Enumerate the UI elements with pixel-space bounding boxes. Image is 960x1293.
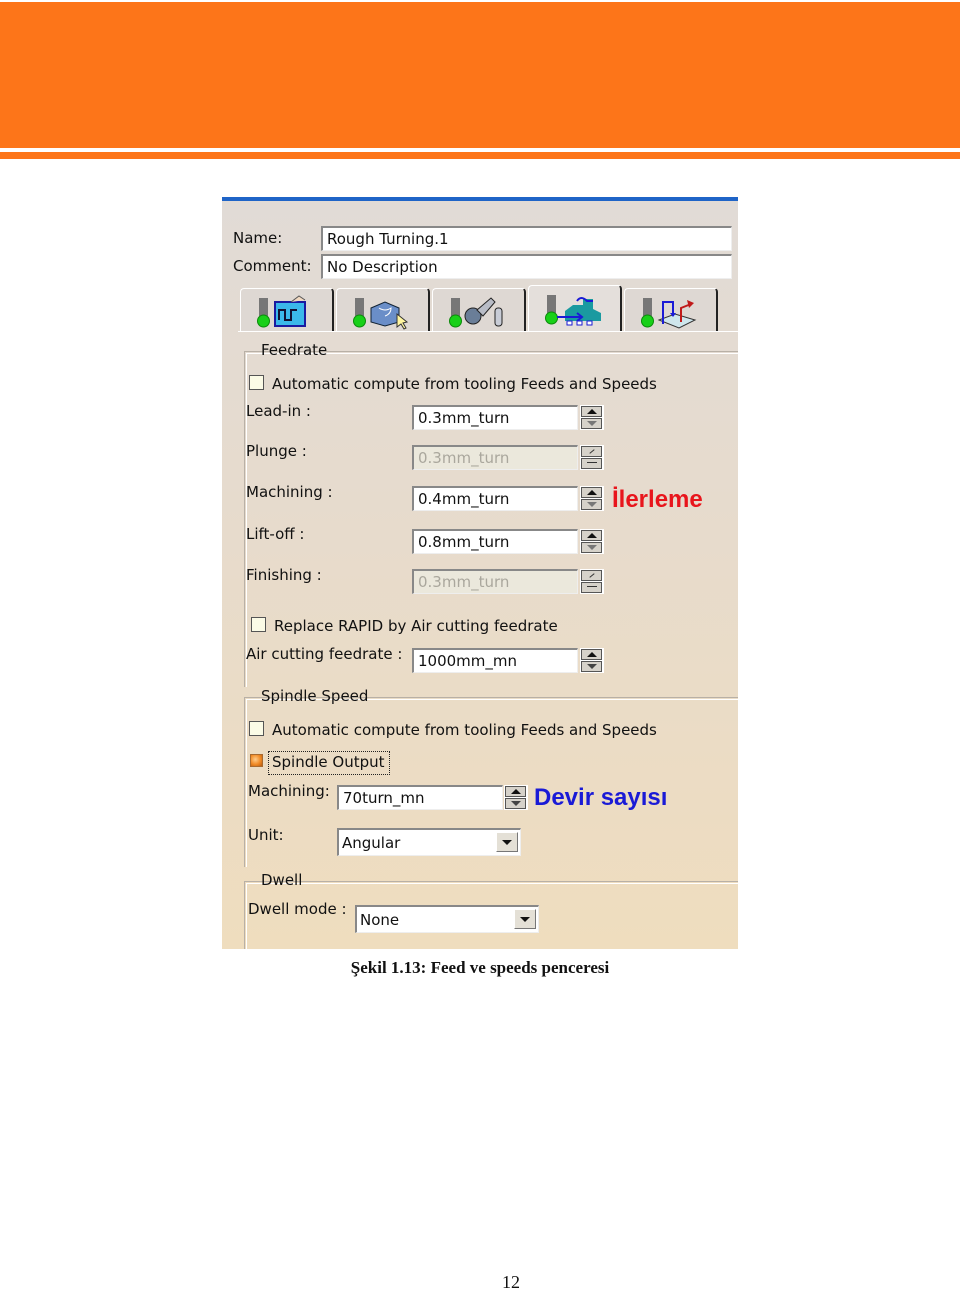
machining-feed-field[interactable]: 0.4mm_turn: [412, 486, 578, 511]
tool-icon: [449, 297, 503, 328]
feeds-speeds-dialog: Name: Rough Turning.1 Comment: No Descri…: [222, 197, 738, 949]
comment-label: Comment:: [233, 257, 312, 275]
lead-in-label: Lead-in :: [246, 402, 311, 420]
tab-macros[interactable]: [624, 288, 718, 332]
dwell-mode-label: Dwell mode :: [248, 900, 347, 918]
feedrate-auto-compute-checkbox[interactable]: [249, 375, 264, 390]
spindle-annotation: Devir sayısı: [534, 784, 668, 811]
feedrate-group: Feedrate: [244, 341, 738, 687]
header-rule: [0, 152, 960, 159]
spindle-machining-spinner[interactable]: [504, 785, 528, 810]
unit-selected-value: Angular: [342, 834, 401, 852]
replace-rapid-label: Replace RAPID by Air cutting feedrate: [274, 617, 558, 635]
feedrate-auto-compute-label: Automatic compute from tooling Feeds and…: [272, 375, 657, 393]
spindle-speed-title: Spindle Speed: [261, 687, 369, 705]
name-field[interactable]: Rough Turning.1: [321, 226, 732, 251]
tab-feeds-speeds[interactable]: [528, 285, 622, 332]
geometry-icon: [353, 298, 409, 330]
chevron-down-icon[interactable]: [514, 909, 536, 929]
lead-in-spinner[interactable]: [580, 405, 604, 430]
plunge-field: 0.3mm_turn: [412, 445, 578, 470]
spindle-output-checkbox[interactable]: [250, 754, 263, 767]
tab-geometry[interactable]: [336, 288, 430, 332]
macros-icon: [641, 298, 697, 329]
feedrate-title: Feedrate: [261, 341, 328, 359]
machining-feed-label: Machining :: [246, 483, 333, 501]
dwell-title: Dwell: [261, 871, 303, 889]
spindle-machining-label: Machining:: [248, 782, 330, 800]
dwell-mode-selected-value: None: [360, 911, 400, 929]
finishing-label: Finishing :: [246, 566, 322, 584]
tab-bar: [238, 285, 738, 332]
tab-strategy[interactable]: [240, 288, 334, 332]
tab-tool[interactable]: [432, 288, 526, 332]
unit-dropdown[interactable]: Angular: [337, 828, 521, 856]
air-cutting-field[interactable]: 1000mm_mn: [412, 648, 578, 673]
spindle-auto-compute-checkbox[interactable]: [249, 721, 264, 736]
finishing-spinner: [580, 569, 604, 594]
name-label: Name:: [233, 229, 283, 247]
lead-in-field[interactable]: 0.3mm_turn: [412, 405, 578, 430]
feeds-speeds-icon: [545, 295, 601, 326]
spindle-output-label: Spindle Output: [272, 753, 385, 771]
feed-annotation: İlerleme: [612, 486, 703, 513]
plunge-label: Plunge :: [246, 442, 307, 460]
strategy-icon: [257, 295, 306, 328]
spindle-machining-field[interactable]: 70turn_mn: [337, 785, 503, 810]
spindle-auto-compute-label: Automatic compute from tooling Feeds and…: [272, 721, 657, 739]
page-number: 12: [502, 1272, 520, 1292]
comment-field[interactable]: No Description: [321, 254, 732, 279]
figure-caption: Şekil 1.13: Feed ve speeds penceresi: [350, 958, 610, 977]
finishing-field: 0.3mm_turn: [412, 569, 578, 594]
replace-rapid-checkbox[interactable]: [251, 617, 266, 632]
header-banner: [0, 2, 960, 148]
lift-off-spinner[interactable]: [580, 529, 604, 554]
plunge-spinner: [580, 445, 604, 470]
lift-off-field[interactable]: 0.8mm_turn: [412, 529, 578, 554]
chevron-down-icon[interactable]: [496, 832, 518, 852]
air-cutting-spinner[interactable]: [580, 648, 604, 673]
lift-off-label: Lift-off :: [246, 525, 305, 543]
machining-feed-spinner[interactable]: [580, 486, 604, 511]
air-cutting-label: Air cutting feedrate :: [246, 645, 403, 663]
unit-label: Unit:: [248, 826, 284, 844]
dwell-mode-dropdown[interactable]: None: [355, 905, 539, 933]
tab-body-edge: [238, 331, 738, 332]
